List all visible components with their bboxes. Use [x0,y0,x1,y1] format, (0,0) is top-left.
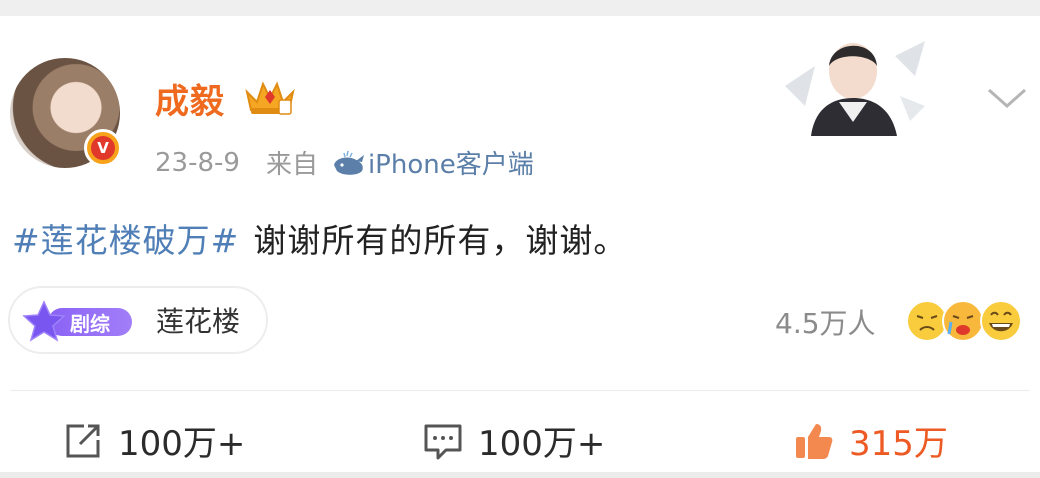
chip-label: 莲花楼 [156,305,241,338]
post-text: #莲花楼破万# 谢谢所有的所有，谢谢。 [12,214,627,262]
star-icon [22,300,66,342]
reaction-count[interactable]: 4.5万人 [775,302,876,342]
repost-count: 100万+ [118,424,246,464]
like-count: 315万 [849,424,948,464]
weibo-post-card: V 成毅 23-8-9 来自 iPhone客户端 #莲花楼破万# 谢谢所有的所有，… [0,16,1040,472]
topic-chip[interactable]: 剧综 莲花楼 [8,286,268,354]
username[interactable]: 成毅 [155,74,225,123]
hashtag-link[interactable]: #莲花楼破万# [12,221,239,260]
crying-face-icon [942,300,984,342]
divider [10,390,1030,391]
comment-icon [424,424,462,459]
source-label: 来自 [265,150,318,180]
crown-icon[interactable] [243,78,297,116]
share-icon [66,424,100,457]
source-app-link[interactable]: iPhone客户端 [368,144,534,181]
verified-badge-icon: V [84,129,122,167]
comment-count: 100万+ [478,424,606,464]
laughing-face-icon [980,300,1022,342]
chevron-down-icon[interactable] [985,84,1029,112]
bottom-separator [0,472,1040,478]
repost-button[interactable]: 100万+ [62,416,245,465]
comment-button[interactable]: 100万+ [422,416,605,465]
post-meta: 23-8-9 来自 iPhone客户端 [155,144,534,181]
post-body: 谢谢所有的所有，谢谢。 [253,221,628,260]
thumbs-up-icon [796,423,833,459]
sad-face-icon [906,300,948,342]
reaction-emojis[interactable] [905,298,1025,344]
like-button[interactable]: 315万 [793,416,948,465]
verify-mark: V [91,136,115,160]
post-date: 23-8-9 [155,147,240,178]
chip-badge: 剧综 [22,300,132,342]
whale-icon [333,150,364,175]
decorative-cover-photo [785,41,925,136]
